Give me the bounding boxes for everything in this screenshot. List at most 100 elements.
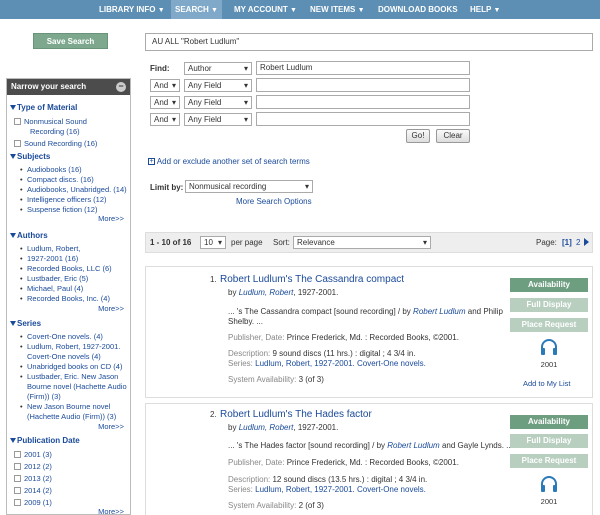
limit-select[interactable]: Nonmusical recording bbox=[185, 180, 313, 193]
facet-series-item-cont[interactable]: Covert-One novels (4) bbox=[27, 352, 101, 362]
plus-icon: + bbox=[148, 158, 155, 166]
subjects-more-link[interactable]: More>> bbox=[98, 214, 124, 223]
authors-more-link[interactable]: More>> bbox=[98, 304, 124, 313]
results-range: 1 - 10 of 16 bbox=[150, 238, 192, 247]
result-record: 1. Robert Ludlum's The Cassandra compact… bbox=[145, 266, 593, 398]
facet-subject-item[interactable]: Audiobooks (16) bbox=[20, 165, 82, 175]
record-author-link[interactable]: Ludlum, Robert bbox=[239, 288, 294, 297]
add-to-list-link[interactable]: Add to My List bbox=[523, 379, 571, 388]
facet-type-item-cont[interactable]: Recording (16) bbox=[7, 127, 130, 137]
boolean-select[interactable]: And bbox=[150, 113, 180, 126]
full-display-button[interactable]: Full Display bbox=[510, 298, 588, 312]
record-series-link[interactable]: Ludlum, Robert, 1927-2001. Covert-One no… bbox=[255, 485, 426, 494]
facet-pubdate-item[interactable]: 2001 (3) bbox=[7, 450, 130, 460]
facet-pubdate-title[interactable]: Publication Date bbox=[7, 436, 80, 445]
record-snippet: ... 's The Hades factor [sound recording… bbox=[228, 441, 513, 450]
facet-series-item[interactable]: Covert-One novels. (4) bbox=[20, 332, 103, 342]
facet-series-item-cont[interactable]: (Firm)) (3) bbox=[27, 392, 61, 402]
record-snippet-cont: Shelby. ... bbox=[228, 317, 263, 326]
facet-type-title[interactable]: Type of Material bbox=[7, 103, 77, 112]
facet-subjects-title[interactable]: Subjects bbox=[7, 152, 50, 161]
facet-pubdate-item[interactable]: 2012 (2) bbox=[7, 462, 130, 472]
more-search-options-link[interactable]: More Search Options bbox=[236, 197, 312, 206]
facet-pubdate-item[interactable]: 2014 (2) bbox=[7, 486, 130, 496]
nav-library-info[interactable]: LIBRARY INFO ▼ bbox=[95, 0, 169, 19]
facet-subject-item[interactable]: Suspense fiction (12) bbox=[20, 205, 98, 215]
search-term-input[interactable] bbox=[256, 112, 470, 126]
record-description: Description: 9 sound discs (11 hrs.) : d… bbox=[228, 349, 416, 358]
checkbox[interactable] bbox=[14, 118, 21, 126]
facet-series-item[interactable]: Ludlum, Robert, 1927-2001. bbox=[20, 342, 120, 352]
search-term-input[interactable] bbox=[256, 95, 470, 109]
nav-my-account[interactable]: MY ACCOUNT ▼ bbox=[230, 0, 301, 19]
record-availability: System Availability: 3 (of 3) bbox=[228, 375, 324, 384]
full-display-button[interactable]: Full Display bbox=[510, 434, 588, 448]
checkbox[interactable] bbox=[14, 487, 21, 495]
checkbox[interactable] bbox=[14, 140, 21, 148]
facet-authors-title[interactable]: Authors bbox=[7, 231, 48, 240]
next-page-icon[interactable] bbox=[584, 238, 589, 246]
field-select[interactable]: Author bbox=[184, 62, 252, 75]
record-title-link[interactable]: Robert Ludlum's The Cassandra compact bbox=[220, 274, 404, 285]
facet-pubdate-item[interactable]: 2013 (2) bbox=[7, 474, 130, 484]
facet-author-item[interactable]: Lustbader, Eric (5) bbox=[20, 274, 88, 284]
place-request-button[interactable]: Place Request bbox=[510, 454, 588, 468]
record-snippet: ... 's The Cassandra compact [sound reco… bbox=[228, 307, 503, 316]
record-author-link[interactable]: Ludlum, Robert bbox=[239, 423, 294, 432]
collapse-icon[interactable]: − bbox=[116, 82, 126, 92]
top-navigation: LIBRARY INFO ▼ SEARCH ▼ MY ACCOUNT ▼ NEW… bbox=[0, 0, 600, 19]
facet-subject-item[interactable]: Intelligence officers (12) bbox=[20, 195, 106, 205]
format-year: 2001 bbox=[540, 497, 558, 506]
checkbox[interactable] bbox=[14, 475, 21, 483]
facet-author-item[interactable]: Michael, Paul (4) bbox=[20, 284, 83, 294]
facet-author-item[interactable]: Recorded Books, Inc. (4) bbox=[20, 294, 110, 304]
facet-type-item[interactable]: Nonmusical Sound bbox=[7, 117, 130, 127]
current-page: [1] bbox=[562, 238, 572, 247]
facet-author-item-cont[interactable]: 1927-2001 (16) bbox=[20, 254, 78, 264]
nav-download-books[interactable]: DOWNLOAD BOOKS bbox=[374, 0, 462, 19]
availability-button[interactable]: Availability bbox=[510, 278, 588, 292]
boolean-select[interactable]: And bbox=[150, 96, 180, 109]
narrow-search-header: Narrow your search − bbox=[7, 79, 130, 95]
facet-series-item[interactable]: Unabridged books on CD (4) bbox=[20, 362, 123, 372]
search-term-input[interactable] bbox=[256, 78, 470, 92]
field-select[interactable]: Any Field bbox=[184, 113, 252, 126]
facet-author-item[interactable]: Recorded Books, LLC (6) bbox=[20, 264, 112, 274]
record-title-link[interactable]: Robert Ludlum's The Hades factor bbox=[220, 409, 372, 420]
search-term-input[interactable]: Robert Ludlum bbox=[256, 61, 470, 75]
series-more-link[interactable]: More>> bbox=[98, 422, 124, 431]
facet-subject-item[interactable]: Compact discs. (16) bbox=[20, 175, 94, 185]
facet-series-item-cont[interactable]: Bourne novel (Hachette Audio bbox=[27, 382, 127, 392]
pubdate-more-link[interactable]: More>> bbox=[98, 507, 124, 514]
per-page-label: per page bbox=[231, 238, 263, 247]
boolean-select[interactable]: And bbox=[150, 79, 180, 92]
narrow-search-sidebar: Narrow your search − Type of Material No… bbox=[6, 78, 131, 515]
checkbox[interactable] bbox=[14, 499, 21, 507]
availability-button[interactable]: Availability bbox=[510, 415, 588, 429]
facet-series-item[interactable]: New Jason Bourne novel bbox=[20, 402, 110, 412]
place-request-button[interactable]: Place Request bbox=[510, 318, 588, 332]
facet-series-item-cont[interactable]: (Hachette Audio (Firm)) (3) bbox=[27, 412, 116, 422]
save-search-button[interactable]: Save Search bbox=[33, 33, 108, 49]
facet-author-item[interactable]: Ludlum, Robert, bbox=[20, 244, 80, 254]
nav-help[interactable]: HELP ▼ bbox=[466, 0, 504, 19]
nav-search[interactable]: SEARCH ▼ bbox=[171, 0, 222, 19]
sort-select[interactable]: Relevance bbox=[293, 236, 431, 249]
facet-series-title[interactable]: Series bbox=[7, 319, 41, 328]
facet-subject-item[interactable]: Audiobooks, Unabridged. (14) bbox=[20, 185, 127, 195]
page-2-link[interactable]: 2 bbox=[576, 238, 580, 247]
add-search-set-link[interactable]: + Add or exclude another set of search t… bbox=[148, 157, 310, 166]
headphones-icon bbox=[541, 339, 557, 355]
record-series-link[interactable]: Ludlum, Robert, 1927-2001. Covert-One no… bbox=[255, 359, 426, 368]
facet-type-item[interactable]: Sound Recording (16) bbox=[7, 139, 130, 149]
query-summary-box[interactable]: AU ALL "Robert Ludlum" bbox=[145, 33, 593, 51]
field-select[interactable]: Any Field bbox=[184, 79, 252, 92]
go-button[interactable]: Go! bbox=[406, 129, 430, 143]
nav-new-items[interactable]: NEW ITEMS ▼ bbox=[306, 0, 369, 19]
field-select[interactable]: Any Field bbox=[184, 96, 252, 109]
clear-button[interactable]: Clear bbox=[436, 129, 470, 143]
per-page-select[interactable]: 10 bbox=[200, 236, 226, 249]
checkbox[interactable] bbox=[14, 463, 21, 471]
checkbox[interactable] bbox=[14, 451, 21, 459]
facet-series-item[interactable]: Lustbader, Eric. New Jason bbox=[20, 372, 118, 382]
